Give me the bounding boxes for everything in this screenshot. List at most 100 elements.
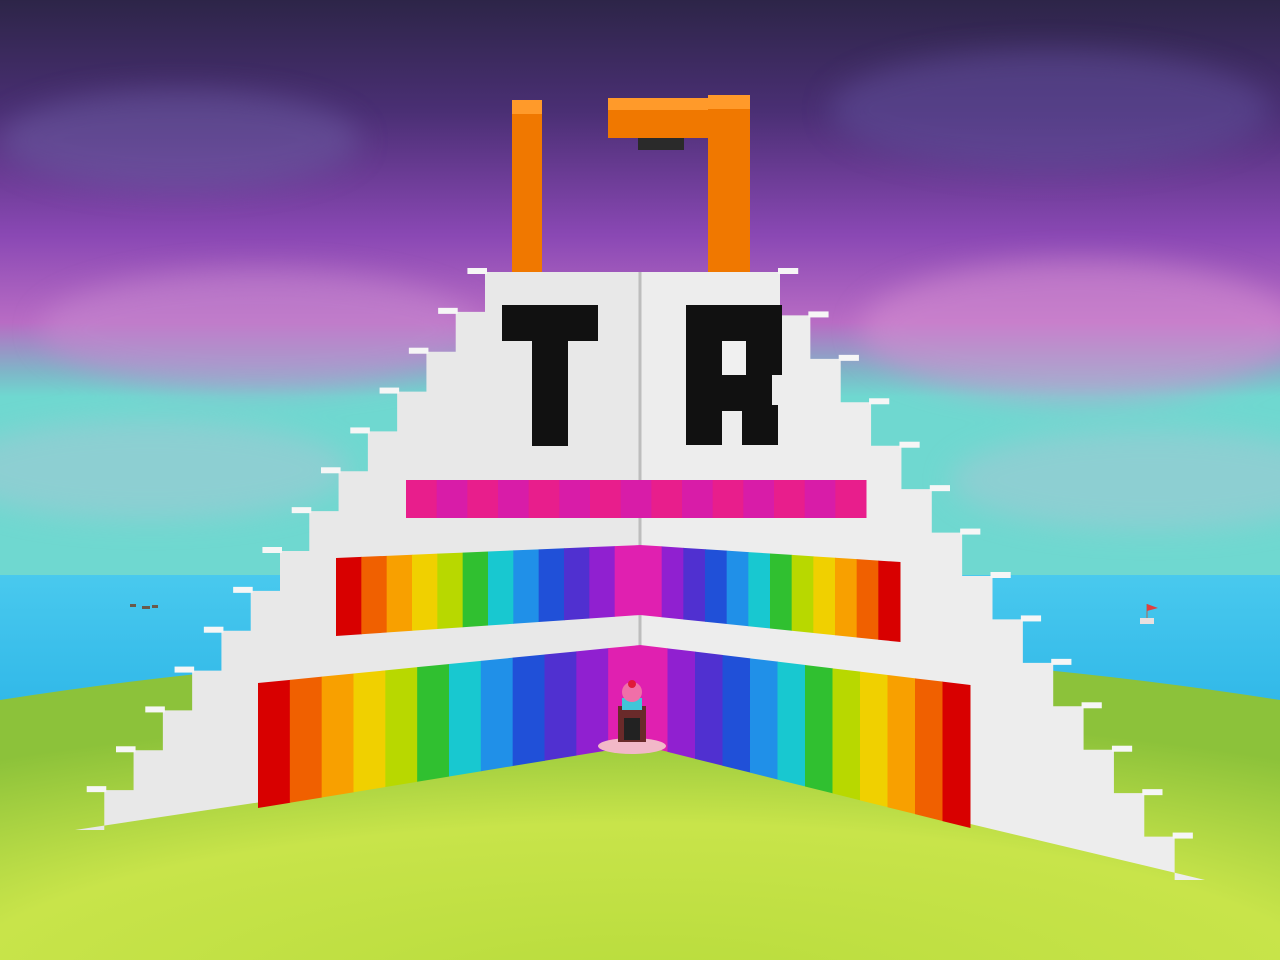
magenta-band-block — [406, 480, 438, 518]
lower-rainbow-right-block — [722, 655, 751, 773]
right-step-top — [808, 311, 829, 318]
magenta-band-block — [712, 480, 744, 518]
orange-bridge-top — [608, 98, 708, 110]
right-step-top — [838, 354, 859, 361]
upper-rainbow-right-block — [661, 546, 684, 620]
upper-rainbow-right-block — [770, 553, 793, 631]
right-step-top — [1142, 789, 1163, 796]
lower-rainbow-left-block — [289, 676, 323, 803]
right-step-top — [778, 268, 799, 274]
right-step-top — [1081, 702, 1102, 709]
lower-rainbow-left-block — [512, 654, 545, 766]
upper-rainbow-right-block — [640, 545, 663, 618]
magenta-band-block — [498, 480, 530, 518]
left-step-top — [379, 387, 400, 394]
left-step-top — [321, 467, 341, 474]
magenta-band-block — [774, 480, 806, 518]
left-step-top — [438, 307, 458, 314]
lower-rainbow-left-block — [544, 651, 577, 761]
magenta-band-block — [620, 480, 652, 518]
letter-t-bar — [502, 305, 598, 341]
left-step-top — [86, 786, 107, 793]
upper-rainbow-right-block — [791, 554, 814, 633]
lower-rainbow-right-block — [777, 661, 806, 787]
upper-rainbow-left-block — [488, 550, 514, 626]
upper-rainbow-left-block — [564, 547, 590, 621]
lower-rainbow-left-block — [417, 664, 450, 782]
game-viewport — [0, 0, 1280, 960]
upper-rainbow-right-block — [705, 549, 728, 624]
upper-rainbow-left-block — [412, 553, 438, 631]
upper-rainbow-right-block — [878, 560, 901, 642]
upper-rainbow-left-block — [462, 551, 489, 628]
upper-rainbow-right-block — [683, 547, 706, 622]
lower-rainbow-left-block — [353, 670, 386, 793]
left-step-top — [408, 347, 429, 354]
magenta-band-block — [651, 480, 683, 518]
right-step-top — [1172, 832, 1193, 839]
right-step-top — [960, 528, 981, 535]
left-step-top — [350, 427, 370, 434]
magenta-band-block — [559, 480, 591, 518]
upper-rainbow-left-block — [437, 552, 464, 629]
letter-r-leg — [742, 405, 778, 445]
letter-r-bowl — [746, 305, 782, 375]
lower-rainbow-left-block — [385, 667, 418, 787]
right-step-top — [1111, 745, 1133, 752]
magenta-band-block — [835, 480, 867, 518]
lower-rainbow-left-block — [258, 679, 291, 808]
bridge-shadow — [638, 138, 684, 150]
magenta-band-block — [682, 480, 714, 518]
magenta-band-block — [590, 480, 622, 518]
lower-rainbow-left-block — [321, 673, 354, 798]
lower-rainbow-left-block — [576, 648, 609, 756]
magenta-band-block — [743, 480, 775, 518]
orange-pillar-right-top — [708, 95, 750, 109]
left-step-top — [145, 706, 165, 713]
lower-rainbow-right-block — [667, 648, 696, 759]
lower-rainbow-left-block — [449, 660, 482, 777]
right-step-top — [1051, 658, 1072, 665]
lower-rainbow-right-block — [887, 675, 916, 815]
right-step-top — [990, 572, 1011, 578]
magenta-band-block — [467, 480, 499, 518]
magenta-band-block — [804, 480, 836, 518]
left-step-top — [174, 666, 195, 673]
right-step-top — [929, 485, 950, 492]
magenta-band-block — [436, 480, 468, 518]
lower-rainbow-right-block — [915, 678, 943, 822]
upper-rainbow-left-block — [538, 548, 565, 622]
upper-rainbow-left-block — [589, 546, 616, 619]
left-step-top — [291, 507, 312, 514]
right-step-top — [869, 398, 890, 405]
letter-r-stem — [686, 305, 722, 445]
right-step-top — [899, 441, 920, 448]
upper-rainbow-right-block — [813, 556, 836, 636]
lower-rainbow-right-block — [942, 681, 971, 828]
left-step-top — [116, 746, 136, 753]
upper-rainbow-right-block — [856, 559, 879, 640]
upper-rainbow-left-block — [386, 554, 413, 633]
upper-rainbow-left-block — [614, 545, 641, 617]
letter-t-stem — [532, 341, 568, 446]
right-step-top — [1020, 615, 1042, 622]
lower-rainbow-right-block — [832, 668, 861, 801]
orange-pillar-left-top — [512, 100, 542, 114]
lower-rainbow-right-block — [750, 658, 778, 780]
orange-pillar-left — [512, 100, 542, 272]
upper-rainbow-left-block — [513, 549, 540, 624]
left-step-top — [467, 268, 487, 274]
left-step-top — [203, 626, 224, 633]
left-step-top — [233, 586, 253, 593]
lower-rainbow-right-block — [695, 651, 723, 766]
magenta-band-block — [528, 480, 560, 518]
upper-rainbow-right-block — [835, 557, 858, 638]
letter-r-hole — [722, 341, 746, 375]
upper-rainbow-left-block — [361, 555, 388, 635]
orange-pillar-right — [708, 95, 750, 272]
upper-rainbow-right-block — [748, 552, 771, 629]
lower-rainbow-left-block — [480, 657, 514, 772]
lower-rainbow-right-block — [805, 665, 833, 794]
upper-rainbow-left-block — [336, 556, 362, 636]
left-step-top — [262, 547, 282, 553]
